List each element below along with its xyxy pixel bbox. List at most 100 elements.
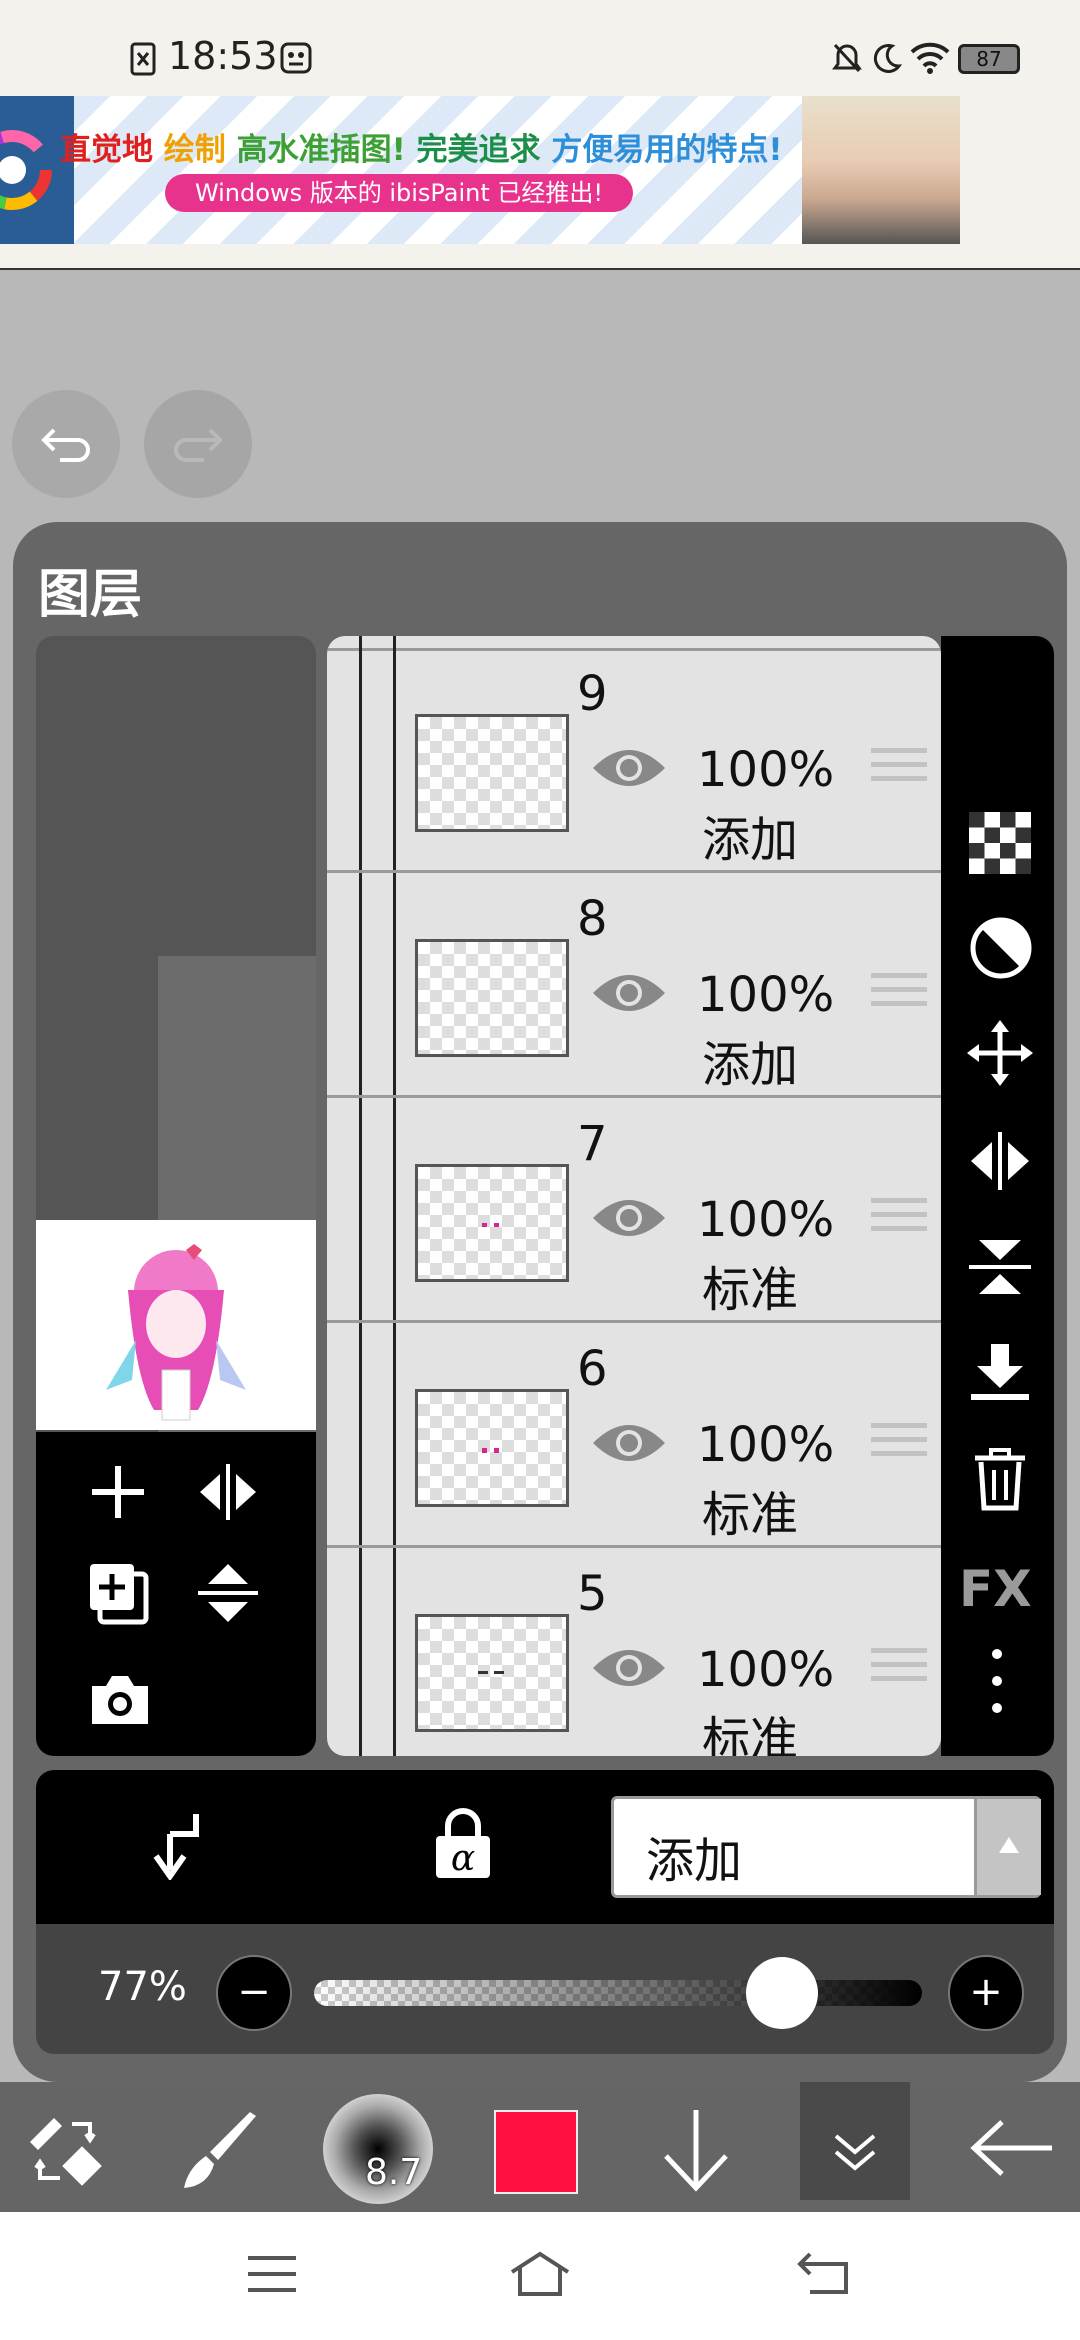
layer-list[interactable]: 9 100% 添加 8 100% 添加 7 100% 标准 6 100% 标准 … bbox=[327, 636, 941, 1756]
layer-row[interactable]: 8 100% 添加 bbox=[327, 873, 941, 1098]
checker-icon[interactable] bbox=[969, 812, 1031, 874]
layer-bottom-bar: α 添加 bbox=[36, 1770, 1054, 1924]
layer-thumbnail bbox=[415, 939, 569, 1057]
color-wheel-icon bbox=[0, 130, 52, 210]
back-arrow-icon[interactable] bbox=[970, 2118, 1054, 2178]
thumb-mark bbox=[494, 1448, 499, 1453]
opacity-decrease-button[interactable]: − bbox=[216, 1955, 292, 2031]
flip-vertical-icon[interactable] bbox=[967, 1236, 1033, 1298]
flip-canvas-vertical-button[interactable] bbox=[196, 1562, 260, 1624]
flip-horizontal-icon[interactable] bbox=[967, 1130, 1033, 1192]
layer-opacity: 100% bbox=[697, 967, 835, 1023]
invert-icon[interactable] bbox=[969, 916, 1033, 980]
layer-blend-mode: 标准 bbox=[702, 1712, 799, 1756]
layer-opacity: 100% bbox=[697, 1417, 835, 1473]
canvas-thumbnail[interactable] bbox=[36, 1220, 316, 1430]
svg-text:α: α bbox=[451, 1838, 475, 1879]
layer-thumbnail bbox=[415, 1389, 569, 1507]
ad-headline-part: 方便易用的特点! bbox=[551, 132, 783, 168]
panel-title: 图层 bbox=[38, 565, 143, 625]
ad-banner[interactable]: 直觉地 绘制 高水准插图! 完美追求 方便易用的特点! Windows 版本的 … bbox=[0, 96, 960, 244]
move-icon[interactable] bbox=[967, 1020, 1033, 1086]
drag-handle[interactable] bbox=[871, 973, 927, 1017]
layer-thumbnail bbox=[415, 1614, 569, 1732]
layer-number: 6 bbox=[577, 1341, 608, 1397]
layer-thumbnail bbox=[415, 714, 569, 832]
more-icon[interactable] bbox=[989, 1646, 1005, 1716]
thumb-mark bbox=[494, 1223, 499, 1227]
camera-button[interactable] bbox=[88, 1672, 152, 1726]
visibility-eye-icon[interactable] bbox=[591, 1419, 667, 1467]
opacity-bar: 77% − + bbox=[36, 1924, 1054, 2054]
undo-icon bbox=[41, 428, 90, 462]
layer-row[interactable]: 9 100% 添加 bbox=[327, 648, 941, 873]
blend-mode-select[interactable]: 添加 bbox=[611, 1796, 1041, 1898]
layer-opacity: 100% bbox=[697, 1642, 835, 1698]
ad-character-image bbox=[802, 96, 960, 244]
flip-canvas-horizontal-button[interactable] bbox=[196, 1462, 260, 1522]
back-icon[interactable] bbox=[796, 2250, 852, 2296]
ad-subline: Windows 版本的 ibisPaint 已经推出! bbox=[165, 174, 633, 212]
brush-size-value: 8.7 bbox=[365, 2152, 423, 2193]
opacity-increase-button[interactable]: + bbox=[948, 1955, 1024, 2031]
layer-blend-mode: 添加 bbox=[702, 812, 799, 868]
ad-headline: 直觉地 绘制 高水准插图! 完美追求 方便易用的特点! bbox=[60, 124, 782, 169]
canvas-preview bbox=[36, 636, 316, 1756]
visibility-eye-icon[interactable] bbox=[591, 1194, 667, 1242]
tool-selection-icon[interactable] bbox=[24, 2112, 106, 2188]
preview-tools bbox=[36, 1432, 316, 1756]
arrow-down-icon[interactable] bbox=[660, 2108, 732, 2192]
dropdown-arrow-icon[interactable] bbox=[974, 1799, 1041, 1895]
ad-headline-part: 直觉地 bbox=[60, 132, 153, 168]
ad-headline-part: 完美追求 bbox=[405, 132, 552, 168]
undo-button[interactable] bbox=[12, 390, 120, 498]
battery-level: 87 bbox=[976, 47, 1002, 71]
redo-button[interactable] bbox=[144, 390, 252, 498]
drag-handle[interactable] bbox=[871, 1423, 927, 1467]
drag-handle[interactable] bbox=[871, 1648, 927, 1692]
opacity-slider-thumb[interactable] bbox=[746, 1957, 819, 2029]
layer-blend-mode: 添加 bbox=[702, 1037, 799, 1093]
menu-icon[interactable] bbox=[246, 2254, 298, 2294]
visibility-eye-icon[interactable] bbox=[591, 1644, 667, 1692]
status-bar: 18:53 87 bbox=[0, 0, 1080, 96]
fx-button[interactable]: FX bbox=[959, 1560, 1032, 1618]
layer-row[interactable]: 5 100% 标准 bbox=[327, 1548, 941, 1756]
divider bbox=[0, 268, 1080, 270]
layer-opacity: 100% bbox=[697, 1192, 835, 1248]
collapse-panel-button[interactable] bbox=[800, 2082, 910, 2200]
duplicate-layer-button[interactable] bbox=[88, 1562, 150, 1626]
alpha-lock-icon[interactable]: α bbox=[432, 1808, 494, 1880]
layer-opacity: 100% bbox=[697, 742, 835, 798]
home-icon[interactable] bbox=[508, 2250, 572, 2298]
visibility-eye-icon[interactable] bbox=[591, 969, 667, 1017]
trash-icon[interactable] bbox=[971, 1446, 1029, 1512]
visibility-eye-icon[interactable] bbox=[591, 744, 667, 792]
thumb-mark bbox=[482, 1223, 487, 1227]
layer-blend-mode: 标准 bbox=[702, 1487, 799, 1543]
brush-size-button[interactable]: 8.7 bbox=[323, 2094, 433, 2204]
add-layer-button[interactable] bbox=[88, 1462, 148, 1522]
system-nav-bar bbox=[0, 2212, 1080, 2340]
artwork-thumbnail bbox=[106, 1244, 246, 1421]
brush-icon[interactable] bbox=[180, 2112, 264, 2192]
layer-row[interactable]: 6 100% 标准 bbox=[327, 1323, 941, 1548]
layer-blend-mode: 标准 bbox=[702, 1262, 799, 1318]
thumb-mark bbox=[494, 1671, 504, 1674]
layer-thumbnail bbox=[415, 1164, 569, 1282]
merge-down-icon[interactable] bbox=[967, 1342, 1033, 1406]
opacity-slider[interactable] bbox=[314, 1980, 922, 2006]
layer-side-toolbar: FX bbox=[941, 636, 1054, 1756]
file-icon bbox=[130, 42, 156, 76]
drag-handle[interactable] bbox=[871, 748, 927, 792]
redo-icon bbox=[174, 428, 223, 462]
ad-headline-part: 绘制 bbox=[153, 132, 237, 168]
clipping-icon[interactable] bbox=[146, 1810, 206, 1880]
drag-handle[interactable] bbox=[871, 1198, 927, 1242]
opacity-label: 77% bbox=[98, 1964, 187, 2010]
layer-row[interactable]: 7 100% 标准 bbox=[327, 1098, 941, 1323]
color-swatch-button[interactable] bbox=[494, 2110, 578, 2194]
layer-number: 8 bbox=[577, 891, 608, 947]
mute-icon bbox=[832, 43, 862, 73]
wifi-icon bbox=[910, 42, 950, 74]
